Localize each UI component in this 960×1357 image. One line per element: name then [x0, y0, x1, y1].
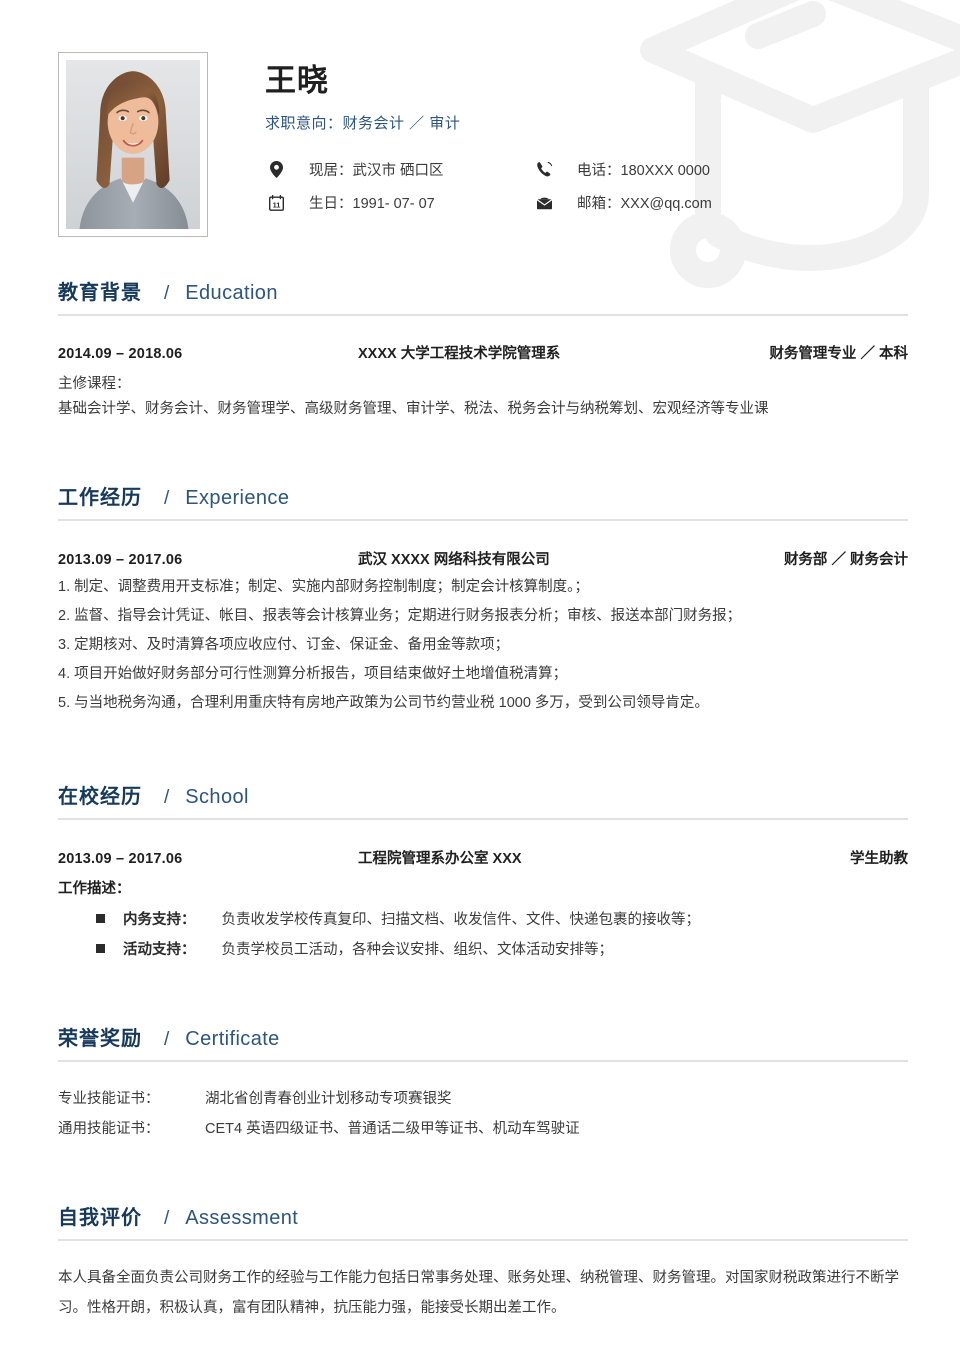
education-entry-row: 2014.09 – 2018.06 XXXX 大学工程技术学院管理系 财务管理专…: [58, 342, 908, 363]
certificate-label: 专业技能证书：: [58, 1090, 160, 1107]
education-major: 财务管理专业 ／ 本科: [769, 346, 908, 362]
education-courses-label: 主修课程：: [58, 376, 131, 392]
contact-phone-text: 电话：180XXX 0000: [577, 163, 710, 180]
section-divider: [58, 1059, 908, 1062]
experience-duty-item: 3. 定期核对、及时清算各项应收应付、订金、保证金、备用金等款项；: [58, 637, 510, 654]
school-description-label: 工作描述：: [58, 881, 131, 898]
contact-birthday: 11 生日：1991- 07- 07: [265, 192, 533, 213]
certificate-value: CET4 英语四级证书、普通话二级甲等证书、机动车驾驶证: [205, 1121, 580, 1138]
school-bullet-text: 负责收发学校传真复印、扫描文档、收发信件、文件、快递包裹的接收等；: [221, 912, 701, 929]
section-divider: [58, 314, 908, 316]
resume-content: 教育背景 / Education 2014.09 – 2018.06 XXXX …: [0, 276, 960, 1323]
school-bullet-label: 内务支持：: [123, 912, 196, 929]
certificate-value: 湖北省创青春创业计划移动专项赛银奖: [205, 1090, 452, 1107]
education-courses-text: 基础会计学、财务会计、财务管理学、高级财务管理、审计学、税法、税务会计与纳税筹划…: [58, 401, 769, 417]
section-heading-assessment: 自我评价 / Assessment: [58, 1201, 908, 1239]
section-divider: [58, 818, 908, 821]
candidate-name: 王晓: [265, 63, 329, 98]
contact-location: 现居：武汉市 硒口区: [265, 159, 533, 180]
section-title-cn: 荣誉奖励: [58, 1027, 142, 1050]
school-bullet-list: 内务支持： 负责收发学校传真复印、扫描文档、收发信件、文件、快递包裹的接收等； …: [58, 906, 908, 965]
certificate-rows: 专业技能证书： 湖北省创青春创业计划移动专项赛银奖 通用技能证书： CET4 英…: [58, 1084, 908, 1145]
section-education: 教育背景 / Education 2014.09 – 2018.06 XXXX …: [58, 276, 908, 423]
certificate-row: 专业技能证书： 湖北省创青春创业计划移动专项赛银奖: [58, 1084, 908, 1114]
photo-frame: [58, 52, 208, 237]
certificate-label: 通用技能证书：: [58, 1121, 160, 1138]
experience-entry-row: 2013.09 – 2017.06 武汉 XXXX 网络科技有限公司 财务部 ／…: [58, 548, 908, 569]
certificate-row: 通用技能证书： CET4 英语四级证书、普通话二级甲等证书、机动车驾驶证: [58, 1114, 908, 1144]
portrait-photo: [66, 60, 200, 229]
experience-duty-item: 1. 制定、调整费用开支标准；制定、实施内部财务控制制度；制定会计核算制度。；: [58, 579, 589, 596]
section-title-en: Education: [185, 282, 278, 304]
experience-company: 武汉 XXXX 网络科技有限公司: [358, 552, 550, 569]
section-title-cn: 在校经历: [58, 786, 142, 809]
section-title-separator: /: [164, 488, 170, 510]
contact-grid: 现居：武汉市 硒口区 电话：180XXX 0000 11 生日：1991- 07…: [265, 159, 960, 213]
contact-phone: 电话：180XXX 0000: [533, 159, 960, 180]
calendar-icon: 11: [265, 194, 287, 212]
section-assessment: 自我评价 / Assessment 本人具备全面负责公司财务工作的经验与工作能力…: [58, 1201, 908, 1324]
experience-duty-item: 2. 监督、指导会计凭证、帐目、报表等会计核算业务；定期进行财务报表分析；审核、…: [58, 608, 742, 625]
section-heading-certificate: 荣誉奖励 / Certificate: [58, 1022, 908, 1060]
phone-icon: [533, 161, 555, 179]
section-heading-education: 教育背景 / Education: [58, 276, 908, 314]
school-role: 学生助教: [850, 851, 908, 868]
education-school: XXXX 大学工程技术学院管理系: [358, 346, 561, 362]
school-bullet-text: 负责学校员工活动，各种会议安排、组织、文体活动安排等；: [221, 941, 614, 958]
experience-duty-list: 1. 制定、调整费用开支标准；制定、实施内部财务控制制度；制定会计核算制度。； …: [58, 573, 908, 718]
svg-text:11: 11: [272, 200, 280, 209]
experience-position: 财务部 ／ 财务会计: [783, 552, 908, 569]
contact-email-text: 邮箱：XXX@qq.com: [577, 196, 712, 213]
school-bullet-item: 活动支持： 负责学校员工活动，各种会议安排、组织、文体活动安排等；: [58, 936, 908, 966]
school-office: 工程院管理系办公室 XXX: [358, 851, 522, 868]
section-title-cn: 教育背景: [58, 282, 142, 304]
school-bullet-item: 内务支持： 负责收发学校传真复印、扫描文档、收发信件、文件、快递包裹的接收等；: [58, 906, 908, 936]
school-entry-row: 2013.09 – 2017.06 工程院管理系办公室 XXX 学生助教: [58, 847, 908, 868]
contact-birthday-text: 生日：1991- 07- 07: [309, 196, 435, 213]
section-title-en: Assessment: [185, 1206, 299, 1229]
school-bullet-label: 活动支持：: [123, 941, 196, 958]
section-heading-experience: 工作经历 / Experience: [58, 481, 908, 519]
location-pin-icon: [265, 161, 287, 179]
section-heading-school: 在校经历 / School: [58, 780, 908, 818]
contact-location-text: 现居：武汉市 硒口区: [309, 163, 444, 180]
square-bullet-icon: [96, 914, 105, 924]
section-title-en: Certificate: [185, 1027, 280, 1050]
section-title-cn: 自我评价: [58, 1206, 142, 1229]
section-school: 在校经历 / School 2013.09 – 2017.06 工程院管理系办公…: [58, 780, 908, 965]
section-divider: [58, 519, 908, 522]
resume-header: 王晓 求职意向：财务会计 ／ 审计 现居：武汉市 硒口区 电话：180XXX 0…: [0, 0, 960, 237]
section-experience: 工作经历 / Experience 2013.09 – 2017.06 武汉 X…: [58, 481, 908, 718]
section-title-en: School: [185, 786, 249, 809]
section-title-en: Experience: [185, 487, 290, 510]
section-certificate: 荣誉奖励 / Certificate 专业技能证书： 湖北省创青春创业计划移动专…: [58, 1022, 908, 1145]
envelope-icon: [533, 194, 555, 212]
experience-date: 2013.09 – 2017.06: [58, 552, 183, 569]
experience-duty-item: 5. 与当地税务沟通，合理利用重庆特有房地产政策为公司节约营业税 1000 多万…: [58, 695, 709, 712]
school-date: 2013.09 – 2017.06: [58, 851, 183, 868]
header-text-block: 王晓 求职意向：财务会计 ／ 审计 现居：武汉市 硒口区 电话：180XXX 0…: [265, 52, 960, 213]
job-objective: 求职意向：财务会计 ／ 审计: [265, 115, 461, 133]
square-bullet-icon: [96, 943, 105, 953]
assessment-paragraph: 本人具备全面负责公司财务工作的经验与工作能力包括日常事务处理、账务处理、纳税管理…: [58, 1269, 899, 1317]
section-title-separator: /: [164, 787, 170, 809]
section-title-separator: /: [164, 1028, 170, 1050]
experience-duty-item: 4. 项目开始做好财务部分可行性测算分析报告，项目结束做好土地增值税清算；: [58, 666, 568, 683]
section-title-separator: /: [164, 283, 170, 304]
education-date: 2014.09 – 2018.06: [58, 346, 183, 362]
section-title-cn: 工作经历: [58, 487, 142, 510]
contact-email: 邮箱：XXX@qq.com: [533, 192, 960, 213]
section-divider: [58, 1238, 908, 1241]
section-title-separator: /: [164, 1207, 170, 1229]
